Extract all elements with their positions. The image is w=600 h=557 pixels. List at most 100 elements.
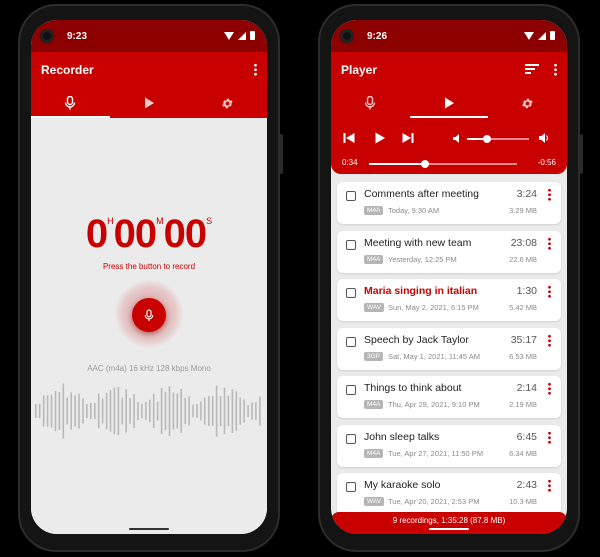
- wifi-icon: [524, 31, 534, 40]
- select-checkbox[interactable]: [346, 239, 356, 250]
- recording-size: 2.19 MB: [509, 400, 537, 409]
- recording-item[interactable]: Comments after meeting M4A Today, 9:30 AM 3…: [337, 182, 561, 224]
- recorder-screen: 9:23 Recorder 0H00M00S Press the button …: [31, 20, 267, 534]
- status-time: 9:23: [67, 31, 88, 42]
- recording-date: Tue, Apr 27, 2021, 11:50 PM: [388, 448, 484, 458]
- seek-knob[interactable]: [421, 160, 430, 168]
- wifi-icon: [224, 31, 234, 40]
- select-checkbox[interactable]: [346, 385, 356, 395]
- battery-icon: [250, 31, 255, 40]
- tab-bar: [331, 88, 567, 118]
- recording-name: Maria singing in italian: [364, 285, 478, 297]
- tab-recorder[interactable]: [31, 88, 110, 118]
- tab-settings[interactable]: [488, 88, 567, 118]
- recording-item[interactable]: Speech by Jack Taylor 3GP Sat, May 1, 2021…: [337, 327, 561, 370]
- recorder-body: 0H00M00S Press the button to record AAC …: [31, 118, 267, 534]
- phone-recorder: 9:23 Recorder 0H00M00S Press the button …: [18, 4, 283, 552]
- status-icons: [524, 31, 555, 40]
- skip-next-icon[interactable]: [402, 132, 414, 144]
- timer-hours-unit: H: [107, 216, 114, 226]
- select-checkbox[interactable]: [346, 336, 356, 347]
- recording-date: Today, 9:30 AM: [388, 206, 440, 215]
- gear-icon: [222, 98, 233, 108]
- recording-name: Comments after meeting: [364, 188, 479, 200]
- phone-player: 9:26 Player 0:34 -0:56 Comments after me…: [318, 4, 583, 552]
- timer-seconds: 00: [163, 212, 207, 256]
- overflow-menu-icon[interactable]: [554, 63, 557, 76]
- volume-knob[interactable]: [483, 135, 492, 143]
- item-menu-icon[interactable]: [548, 188, 551, 201]
- recording-name: My karaoke solo: [364, 479, 441, 491]
- seek-bar[interactable]: [369, 160, 517, 168]
- select-checkbox[interactable]: [346, 191, 356, 201]
- recording-size: 22.6 MB: [509, 254, 537, 264]
- mic-icon: [144, 309, 154, 321]
- select-checkbox[interactable]: [346, 288, 356, 298]
- timer-seconds-unit: S: [206, 216, 213, 226]
- skip-previous-icon[interactable]: [343, 132, 355, 144]
- timer-minutes: 00: [113, 212, 157, 256]
- recording-size: 10.3 MB: [509, 497, 537, 506]
- recording-name: Meeting with new team: [364, 236, 472, 249]
- volume-slider[interactable]: [467, 135, 529, 143]
- record-hint: Press the button to record: [102, 262, 196, 271]
- recording-duration: 3:24: [516, 188, 537, 200]
- status-bar: 9:26: [331, 20, 567, 52]
- recording-size: 5.42 MB: [509, 303, 537, 312]
- record-timer: 0H00M00S: [31, 212, 267, 257]
- recording-item[interactable]: Meeting with new team M4A Yesterday, 12:25…: [337, 230, 561, 273]
- playback-controls: 0:34 -0:56: [331, 118, 567, 174]
- recording-item[interactable]: Things to think about M4A Thu, Apr 29, 202…: [337, 376, 561, 418]
- recording-date: Sun, May 2, 2021, 6:15 PM: [388, 303, 479, 312]
- play-icon: [145, 97, 154, 109]
- recording-date: Thu, Apr 29, 2021, 9:10 PM: [388, 400, 480, 409]
- recording-date: Sat, May 1, 2021, 11:45 AM: [388, 351, 480, 361]
- remaining-time: -0:56: [537, 158, 556, 167]
- app-bar: Player: [331, 52, 567, 88]
- waveform: [35, 383, 261, 439]
- recording-size: 6.34 MB: [509, 448, 537, 458]
- format-info: AAC (m4a) 16 kHz 128 kbps Mono: [87, 364, 211, 373]
- overflow-menu-icon[interactable]: [254, 63, 257, 76]
- item-menu-icon[interactable]: [548, 382, 551, 395]
- select-checkbox[interactable]: [346, 482, 356, 492]
- tab-player[interactable]: [110, 88, 189, 118]
- sort-icon[interactable]: [525, 64, 539, 74]
- item-menu-icon[interactable]: [548, 479, 551, 492]
- select-checkbox[interactable]: [346, 433, 356, 444]
- recording-duration: 2:43: [516, 479, 537, 491]
- recording-item[interactable]: John sleep talks M4A Tue, Apr 27, 2021, 11…: [337, 424, 561, 467]
- record-button[interactable]: [132, 298, 166, 332]
- item-menu-icon[interactable]: [548, 285, 551, 298]
- format-badge: M4A: [364, 254, 384, 264]
- tab-settings[interactable]: [188, 88, 267, 118]
- format-badge: M4A: [364, 448, 384, 458]
- gesture-bar: [129, 528, 169, 530]
- recording-duration: 6:45: [516, 430, 537, 443]
- page-title: Player: [341, 63, 378, 77]
- signal-icon: [538, 31, 546, 40]
- mic-icon: [365, 96, 376, 110]
- recording-duration: 2:14: [516, 382, 537, 394]
- signal-icon: [238, 31, 246, 40]
- item-menu-icon[interactable]: [548, 333, 551, 347]
- item-menu-icon[interactable]: [548, 430, 551, 444]
- seek-fill: [369, 163, 426, 165]
- play-button[interactable]: [374, 132, 386, 144]
- recording-item[interactable]: My karaoke solo WAV Tue, Apr 20, 2021, 2:5…: [337, 473, 561, 515]
- battery-icon: [550, 31, 555, 40]
- recording-name: Things to think about: [364, 382, 462, 394]
- recording-duration: 35:17: [510, 333, 537, 346]
- tab-player[interactable]: [409, 88, 489, 118]
- gesture-bar: [429, 528, 469, 530]
- timer-hours: 0: [85, 212, 108, 256]
- format-badge: 3GP: [364, 351, 384, 361]
- recording-item[interactable]: Maria singing in italian WAV Sun, May 2, 2…: [337, 279, 561, 321]
- timer-minutes-unit: M: [156, 216, 164, 226]
- elapsed-time: 0:34: [342, 158, 358, 167]
- side-button: [580, 134, 583, 174]
- camera-cutout: [340, 29, 354, 43]
- side-button: [280, 134, 283, 174]
- tab-recorder[interactable]: [331, 88, 410, 118]
- item-menu-icon[interactable]: [548, 236, 551, 250]
